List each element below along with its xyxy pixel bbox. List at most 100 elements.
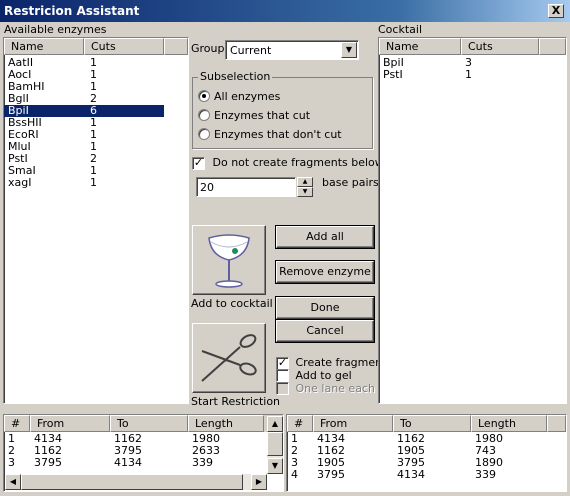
cocktail-glass-icon xyxy=(208,234,250,288)
enzyme-name: BpiI xyxy=(383,57,404,69)
title-bar: Restricion Assistant xyxy=(0,0,570,22)
vertical-scrollbar[interactable]: ▲ ▼ xyxy=(267,416,283,474)
column-header-to[interactable]: To xyxy=(110,415,188,432)
list-item[interactable]: PstI 1 xyxy=(379,69,566,81)
spin-down-button[interactable]: ▼ xyxy=(297,187,313,197)
scroll-down-button[interactable]: ▼ xyxy=(267,458,283,474)
close-glyph: X xyxy=(551,4,561,17)
radio-button[interactable] xyxy=(198,109,210,121)
fragments-table-left[interactable]: # From To Length 1 4134 1162 1980 2 1162 3795 2… xyxy=(3,414,284,492)
scroll-left-button[interactable]: ◀ xyxy=(5,474,21,490)
table-cell: 339 xyxy=(192,457,213,469)
group-select[interactable]: Current ▼ xyxy=(225,40,359,60)
column-header-name[interactable]: Name xyxy=(4,38,84,55)
table-row[interactable]: 1 4134 1162 1980 xyxy=(4,433,283,445)
list-item[interactable]: BpiI 3 xyxy=(379,57,566,69)
start-restriction-button[interactable] xyxy=(192,323,266,393)
remove-enzyme-button[interactable]: Remove enzyme xyxy=(276,261,374,283)
available-enzymes-list[interactable]: Name Cuts AatII 1 AocI 1 BamHI 1 BglI 2 BpiI 6 Bss… xyxy=(3,37,189,404)
one-lane-each-row: One lane each xyxy=(276,382,375,398)
fragments-left-rows: 1 4134 1162 1980 2 1162 3795 2633 3 3795 4134 339 xyxy=(4,432,283,469)
enzyme-name: PstI xyxy=(8,153,28,165)
add-to-cocktail-button[interactable] xyxy=(192,225,266,295)
table-header: # From To Length xyxy=(287,415,566,432)
close-icon[interactable]: X xyxy=(548,4,564,18)
list-item[interactable]: xagI 1 xyxy=(4,177,164,189)
radio-button[interactable] xyxy=(198,128,210,140)
done-button[interactable]: Done xyxy=(276,297,374,319)
min-fragment-checkbox-row[interactable]: ✓ Do not create fragments below xyxy=(192,156,384,170)
horizontal-scrollbar[interactable]: ◀ ▶ xyxy=(5,474,267,490)
enzyme-name: SmaI xyxy=(8,165,36,177)
cocktail-list[interactable]: Name Cuts BpiI 3 PstI 1 xyxy=(378,37,567,404)
radio-label: All enzymes xyxy=(214,90,281,103)
list-item[interactable]: BamHI 1 xyxy=(4,81,164,93)
min-fragment-input[interactable]: 20 xyxy=(196,177,296,197)
group-label: Group xyxy=(191,42,225,55)
enzyme-name: PstI xyxy=(383,69,403,81)
subselection-option[interactable]: Enzymes that cut xyxy=(198,109,368,128)
cancel-button[interactable]: Cancel xyxy=(276,320,374,342)
fragments-table-right[interactable]: # From To Length 1 4134 1162 1980 2 1162 1905 7… xyxy=(286,414,567,492)
enzyme-cuts: 1 xyxy=(90,57,97,69)
list-item[interactable]: BssHII 1 xyxy=(4,117,164,129)
start-restriction-label: Start Restriction xyxy=(191,395,281,408)
subselection-option[interactable]: Enzymes that don't cut xyxy=(198,128,368,147)
table-cell: 1 xyxy=(8,433,15,445)
enzyme-name: xagI xyxy=(8,177,32,189)
list-item[interactable]: PstI 2 xyxy=(4,153,164,165)
scroll-up-button[interactable]: ▲ xyxy=(267,416,283,432)
scroll-thumb-horizontal[interactable] xyxy=(21,474,243,490)
column-header-from[interactable]: From xyxy=(313,415,393,432)
table-cell: 2 xyxy=(291,445,298,457)
enzyme-cuts: 1 xyxy=(90,141,97,153)
column-header-index[interactable]: # xyxy=(287,415,313,432)
column-header-length[interactable]: Length xyxy=(188,415,264,432)
column-header-cuts[interactable]: Cuts xyxy=(84,38,164,55)
column-header-name[interactable]: Name xyxy=(379,38,461,55)
enzyme-cuts: 1 xyxy=(90,177,97,189)
list-header: Name Cuts xyxy=(4,38,188,55)
create-fragments-row[interactable]: ✓ Create fragments xyxy=(276,356,392,370)
column-header-cuts[interactable]: Cuts xyxy=(461,38,539,55)
add-to-gel-checkbox[interactable] xyxy=(276,369,289,382)
fragments-right-rows: 1 4134 1162 1980 2 1162 1905 743 3 1905 3795 1890 4 3… xyxy=(287,432,566,481)
radio-label: Enzymes that don't cut xyxy=(214,128,342,141)
table-row[interactable]: 3 3795 4134 339 xyxy=(4,457,283,469)
cocktail-rows: BpiI 3 PstI 1 xyxy=(379,55,566,81)
add-all-button[interactable]: Add all xyxy=(276,226,374,248)
subselection-options: All enzymes Enzymes that cut Enzymes that … xyxy=(198,90,368,147)
list-item[interactable]: BglI 2 xyxy=(4,93,164,105)
table-row[interactable]: 3 1905 3795 1890 xyxy=(287,457,566,469)
column-header-length[interactable]: Length xyxy=(471,415,547,432)
table-cell: 1 xyxy=(291,433,298,445)
table-cell: 3 xyxy=(291,457,298,469)
subselection-option[interactable]: All enzymes xyxy=(198,90,368,109)
list-item[interactable]: AocI 1 xyxy=(4,69,164,81)
chevron-down-icon[interactable]: ▼ xyxy=(341,42,357,58)
table-row[interactable]: 2 1162 1905 743 xyxy=(287,445,566,457)
enzyme-cuts: 1 xyxy=(90,129,97,141)
scroll-right-button[interactable]: ▶ xyxy=(251,474,267,490)
column-header-index[interactable]: # xyxy=(4,415,30,432)
radio-button[interactable] xyxy=(198,90,210,102)
min-fragment-checkbox[interactable]: ✓ xyxy=(192,157,205,170)
enzyme-name: AatII xyxy=(8,57,34,69)
spin-up-button[interactable]: ▲ xyxy=(297,177,313,187)
list-item[interactable]: AatII 1 xyxy=(4,57,164,69)
list-item[interactable]: MluI 1 xyxy=(4,141,164,153)
list-item[interactable]: SmaI 1 xyxy=(4,165,164,177)
table-row[interactable]: 2 1162 3795 2633 xyxy=(4,445,283,457)
table-header: # From To Length xyxy=(4,415,283,432)
table-row[interactable]: 1 4134 1162 1980 xyxy=(287,433,566,445)
list-item[interactable]: BpiI 6 xyxy=(4,105,164,117)
table-row[interactable]: 4 3795 4134 339 xyxy=(287,469,566,481)
list-header: Name Cuts xyxy=(379,38,566,55)
column-header-filler xyxy=(547,415,566,432)
enzyme-cuts: 1 xyxy=(465,69,472,81)
column-header-from[interactable]: From xyxy=(30,415,110,432)
enzyme-name: EcoRI xyxy=(8,129,39,141)
list-item[interactable]: EcoRI 1 xyxy=(4,129,164,141)
column-header-to[interactable]: To xyxy=(393,415,471,432)
scroll-thumb[interactable] xyxy=(267,432,283,456)
